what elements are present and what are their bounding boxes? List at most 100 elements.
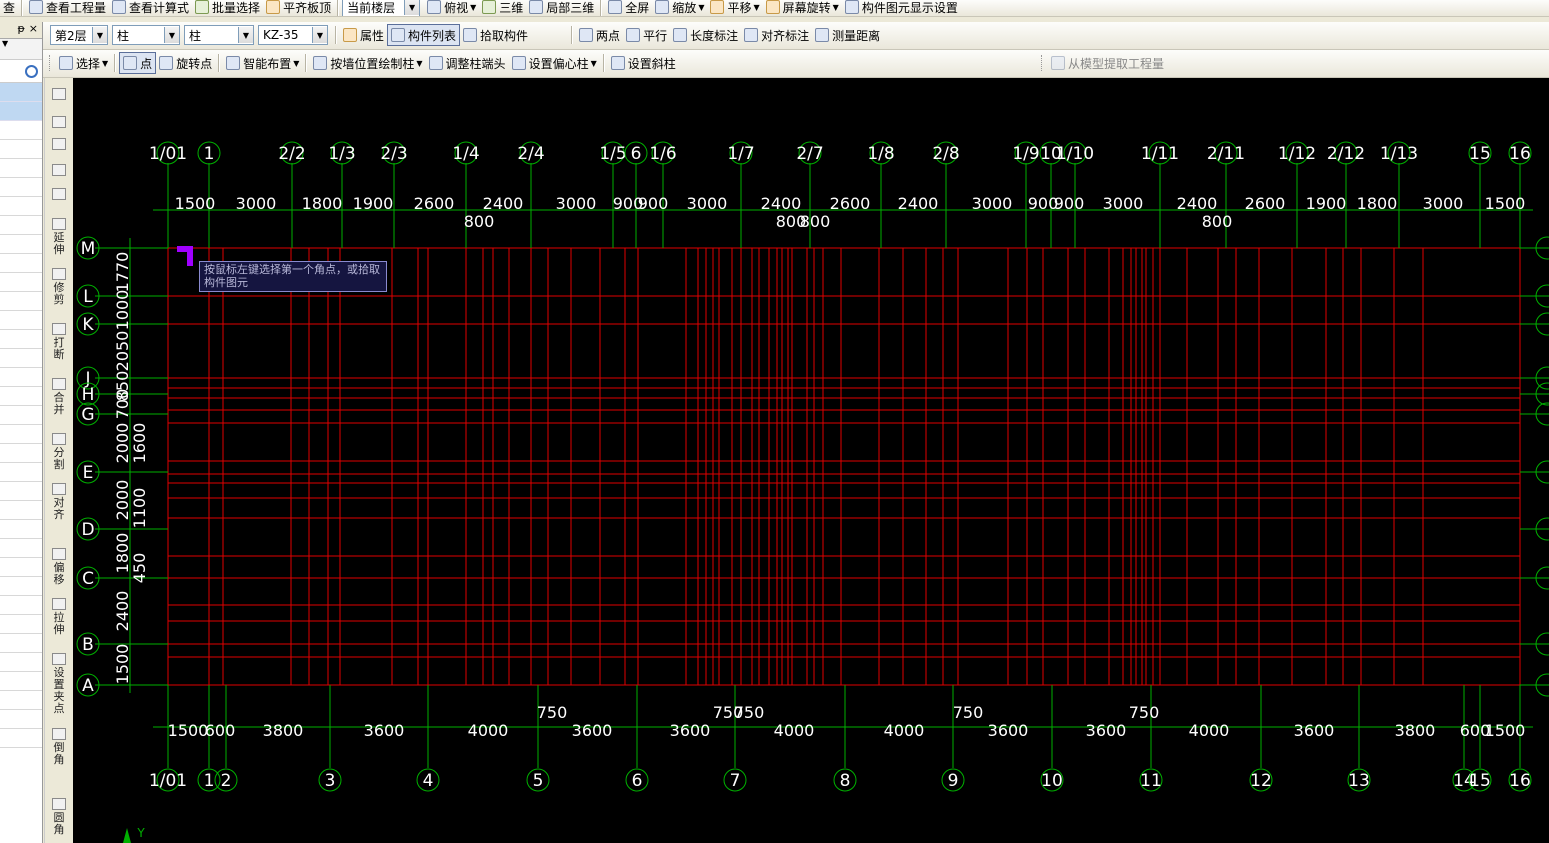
axis-label-top: 1/9: [1012, 144, 1039, 164]
tool-align[interactable]: 对齐: [45, 483, 73, 521]
draw-by-wall-button[interactable]: 按墙位置绘制柱 ▼: [310, 53, 425, 73]
zoom-button[interactable]: 缩放 ▼: [652, 0, 707, 16]
point-button[interactable]: 点: [119, 52, 157, 74]
ucs-y-label: Y: [136, 826, 145, 840]
cad-drawing[interactable]: 1/01 1 2/2 1/3 2/3 1/4 2/4 1/5 6 1/6 1/7 2/7 1/8 2/8 1…: [73, 78, 1549, 843]
length-dim-button[interactable]: 长度标注: [670, 25, 741, 45]
set-slant-button[interactable]: 设置斜柱: [608, 53, 679, 73]
panel-search[interactable]: [0, 60, 42, 83]
formula-icon: [112, 0, 127, 14]
dimension-text: 2600: [1245, 194, 1286, 213]
cursor-icon: [59, 56, 73, 70]
floor-scope-select[interactable]: 当前楼层 ▼: [342, 0, 421, 16]
tool-break[interactable]: 打断: [45, 323, 73, 361]
tool-brush[interactable]: [45, 88, 73, 102]
type-select[interactable]: 柱 ▼: [184, 25, 254, 45]
pan-button[interactable]: 平移 ▼: [707, 0, 762, 16]
extract-quantity-label: 从模型提取工程量: [1068, 56, 1165, 71]
dimension-text: 4000: [774, 721, 815, 740]
panel-dropdown[interactable]: ▼: [0, 39, 42, 60]
dimension-text: 1770: [113, 252, 132, 293]
align-dim-button[interactable]: 对齐标注: [741, 25, 812, 45]
tool-chamfer[interactable]: 倒角: [45, 728, 73, 766]
brush-icon: [52, 88, 66, 100]
rotate-point-button[interactable]: 旋转点: [156, 53, 215, 73]
smart-layout-label: 智能布置: [243, 56, 292, 71]
rotate-screen-button[interactable]: 屏幕旋转 ▼: [763, 0, 842, 16]
axis-label-top: 15: [1469, 144, 1491, 164]
axis-label-left: E: [83, 463, 94, 483]
batch-select-button[interactable]: 批量选择: [192, 0, 263, 16]
tool-mirror[interactable]: [45, 138, 73, 152]
hand-icon: [710, 0, 725, 14]
view-quantity-button[interactable]: 查看工程量: [26, 0, 109, 16]
point-label: 点: [140, 56, 153, 71]
display-settings-label: 构件图元显示设置: [861, 0, 958, 15]
tool-stretch[interactable]: 拉伸: [45, 598, 73, 636]
measure-button[interactable]: 测量距离: [812, 25, 883, 45]
properties-button[interactable]: 属性: [340, 25, 387, 45]
set-eccentric-button[interactable]: 设置偏心柱 ▼: [509, 53, 600, 73]
axis-label-left: A: [82, 676, 94, 696]
drawing-canvas[interactable]: 1/01 1 2/2 1/3 2/3 1/4 2/4 1/5 6 1/6 1/7 2/7 1/8 2/8 1…: [73, 78, 1549, 843]
view-quantity-label: 查看工程量: [46, 0, 107, 15]
dimension-text: 900: [638, 194, 669, 213]
axis-label-left: G: [81, 405, 94, 425]
chamfer-icon: [52, 728, 66, 740]
adjust-column-end-button[interactable]: 调整柱端头: [426, 53, 509, 73]
component-select[interactable]: KZ-35 ▼: [258, 25, 328, 45]
tool-move[interactable]: [45, 164, 73, 178]
toolbar-clip-button[interactable]: 查: [0, 0, 18, 16]
axis-label-top: 1/10: [1056, 144, 1094, 164]
tool-grip[interactable]: 设置夹点: [45, 653, 73, 715]
axis-label-top: 1/11: [1141, 144, 1179, 164]
floor-select[interactable]: 第2层 ▼: [50, 25, 108, 45]
tool-split[interactable]: 分割: [45, 433, 73, 471]
top-view-button[interactable]: 俯视 ▼: [424, 0, 479, 16]
tool-fillet[interactable]: 圆角: [45, 798, 73, 836]
local-3d-button[interactable]: 局部三维: [526, 0, 597, 16]
tool-extend[interactable]: 延伸: [45, 218, 73, 256]
3d-view-button[interactable]: 三维: [479, 0, 526, 16]
tool-rotate[interactable]: [45, 188, 73, 202]
dimension-text: 3000: [972, 194, 1013, 213]
list-item[interactable]: [0, 102, 42, 121]
select-button[interactable]: 选择 ▼: [56, 53, 111, 73]
axis-label-left: K: [82, 315, 94, 335]
toolbar-grip: [49, 55, 53, 71]
3d-icon: [482, 0, 497, 14]
tool-copy[interactable]: [45, 116, 73, 130]
parallel-button[interactable]: 平行: [623, 25, 670, 45]
separator: [571, 26, 574, 44]
chevron-down-icon: ▼: [238, 27, 253, 43]
display-settings-button[interactable]: 构件图元显示设置: [842, 0, 961, 16]
axis-label-top: 16: [1509, 144, 1531, 164]
dropdown-arrow-icon: ▼: [753, 2, 760, 12]
list-item-selected[interactable]: [0, 83, 42, 102]
axis-label-bottom: 16: [1509, 771, 1531, 791]
pick-component-button[interactable]: 拾取构件: [460, 25, 531, 45]
component-list-button[interactable]: 构件列表: [387, 24, 461, 46]
pin-icon[interactable]: ᵽ: [17, 22, 24, 38]
tool-trim[interactable]: 修剪: [45, 268, 73, 306]
extract-quantity-button[interactable]: 从模型提取工程量: [1048, 53, 1167, 73]
chevron-down-icon: ▼: [404, 0, 420, 15]
measure-label: 测量距离: [832, 28, 881, 43]
tool-label: 合并: [53, 391, 65, 416]
type-value: 柱: [189, 28, 202, 43]
category-select[interactable]: 柱 ▼: [112, 25, 180, 45]
dimension-text: 1500: [168, 721, 209, 740]
dimension-text: 3600: [364, 721, 405, 740]
close-icon[interactable]: ×: [29, 22, 38, 38]
align-slab-button[interactable]: 平齐板顶: [263, 0, 334, 16]
axis-label-top: 1: [204, 144, 215, 164]
tool-offset[interactable]: 偏移: [45, 548, 73, 586]
dimension-text: 3800: [263, 721, 304, 740]
view-formula-label: 查看计算式: [129, 0, 190, 15]
tool-merge[interactable]: 合并: [45, 378, 73, 416]
smart-layout-button[interactable]: 智能布置 ▼: [223, 53, 302, 73]
two-points-button[interactable]: 两点: [576, 25, 623, 45]
view-formula-button[interactable]: 查看计算式: [109, 0, 192, 16]
align-slab-icon: [266, 0, 281, 14]
fullscreen-button[interactable]: 全屏: [605, 0, 652, 16]
